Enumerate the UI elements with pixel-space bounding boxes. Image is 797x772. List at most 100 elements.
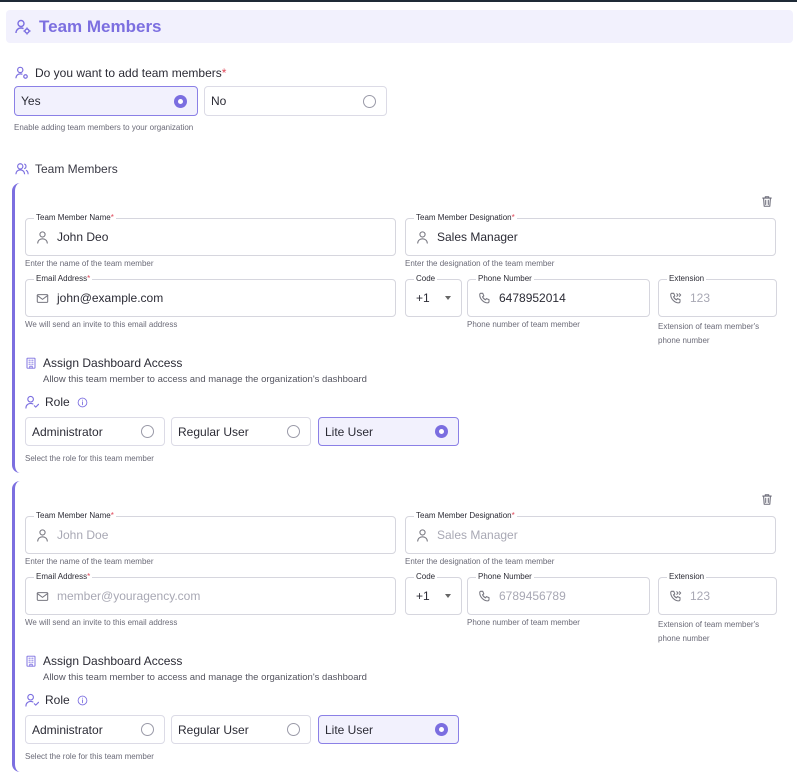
phone-help: Phone number of team member [467, 618, 580, 627]
extension-input[interactable]: 123 [690, 291, 710, 305]
email-field[interactable]: Email Address* john@example.com [25, 274, 396, 317]
team-member-designation-field[interactable]: Team Member Designation* Sales Manager [405, 213, 776, 256]
page-title: Team Members [39, 16, 162, 36]
role-help: Select the role for this team member [25, 454, 154, 463]
extension-field[interactable]: Extension 123 [658, 572, 777, 615]
role-option-label: Lite User [325, 424, 374, 439]
designation-input[interactable]: Sales Manager [437, 528, 518, 542]
trash-icon[interactable] [761, 493, 773, 506]
role-option-label: Regular User [178, 722, 249, 737]
role-option-lite-user[interactable]: Lite User [318, 715, 459, 744]
user-icon [37, 230, 48, 244]
user-icon [417, 528, 428, 542]
add-members-question: Do you want to add team members * [15, 66, 226, 80]
role-label: Role [25, 395, 88, 409]
option-label: Yes [21, 94, 41, 108]
team-settings-icon [15, 66, 28, 79]
users-icon [15, 163, 29, 175]
user-icon [37, 528, 48, 542]
email-input[interactable]: member@youragency.com [57, 589, 200, 603]
team-member-name-field[interactable]: Team Member Name* John Deo [25, 213, 396, 256]
designation-input[interactable]: Sales Manager [437, 230, 518, 244]
phone-number-field[interactable]: Phone Number 6478952014 [467, 274, 650, 317]
add-members-help: Enable adding team members to your organ… [14, 123, 194, 132]
building-icon [26, 357, 36, 369]
info-icon [77, 397, 88, 407]
top-border [0, 0, 797, 2]
role-option-label: Regular User [178, 424, 249, 439]
phone-icon [479, 292, 490, 303]
option-no[interactable]: No [204, 86, 387, 116]
section-label-text: Team Members [35, 162, 118, 176]
team-member-name-input[interactable]: John Doe [57, 528, 108, 542]
question-label: Do you want to add team members [35, 66, 222, 80]
user-check-icon [25, 693, 39, 707]
designation-help: Enter the designation of the team member [405, 557, 555, 566]
phone-icon [479, 590, 490, 601]
role-option-regular-user[interactable]: Regular User [171, 715, 311, 744]
role-option-regular-user[interactable]: Regular User [171, 417, 311, 446]
user-icon [417, 230, 428, 244]
role-help: Select the role for this team member [25, 752, 154, 761]
country-code-value: +1 [416, 589, 430, 603]
role-option-administrator[interactable]: Administrator [25, 715, 165, 744]
radio-selected[interactable] [435, 723, 448, 736]
role-option-lite-user[interactable]: Lite User [318, 417, 459, 446]
team-member-designation-field[interactable]: Team Member Designation* Sales Manager [405, 511, 776, 554]
radio-unselected[interactable] [363, 94, 376, 108]
radio-selected[interactable] [435, 425, 448, 438]
country-code-select[interactable]: Code +1 [405, 572, 462, 615]
option-label: No [211, 94, 227, 108]
info-icon [77, 695, 88, 705]
email-input[interactable]: john@example.com [57, 291, 163, 305]
email-help: We will send an invite to this email add… [25, 320, 178, 329]
phone-number-input[interactable]: 6478952014 [499, 291, 566, 305]
country-code-value: +1 [416, 291, 430, 305]
building-icon [26, 655, 36, 667]
role-label: Role [25, 693, 88, 707]
email-field[interactable]: Email Address* member@youragency.com [25, 572, 396, 615]
role-option-administrator[interactable]: Administrator [25, 417, 165, 446]
name-help: Enter the name of the team member [25, 557, 154, 566]
access-description: Allow this team member to access and man… [43, 374, 367, 385]
chevron-down-icon[interactable] [445, 594, 451, 598]
radio-unselected[interactable] [141, 425, 154, 438]
phone-help: Phone number of team member [467, 320, 580, 329]
option-yes[interactable]: Yes [14, 86, 198, 116]
role-option-label: Administrator [32, 722, 103, 737]
assign-dashboard-access: Assign Dashboard Access [25, 654, 182, 668]
team-member-name-field[interactable]: Team Member Name* John Doe [25, 511, 396, 554]
user-check-icon [25, 395, 39, 409]
assign-dashboard-access: Assign Dashboard Access [25, 356, 182, 370]
radio-unselected[interactable] [141, 723, 154, 736]
phone-number-field[interactable]: Phone Number 6789456789 [467, 572, 650, 615]
role-option-label: Administrator [32, 424, 103, 439]
radio-unselected[interactable] [287, 425, 300, 438]
team-member-name-input[interactable]: John Deo [57, 230, 108, 244]
extension-help: Extension of team member's phone number [658, 620, 760, 643]
extension-help: Extension of team member's phone number [658, 322, 760, 345]
chevron-down-icon[interactable] [445, 296, 451, 300]
name-help: Enter the name of the team member [25, 259, 154, 268]
team-settings-icon [15, 19, 31, 34]
team-members-section-label: Team Members [15, 162, 118, 176]
email-help: We will send an invite to this email add… [25, 618, 178, 627]
access-title: Assign Dashboard Access [43, 654, 183, 668]
phone-extension-icon [670, 292, 682, 303]
page-header: Team Members [6, 10, 793, 43]
access-description: Allow this team member to access and man… [43, 672, 367, 683]
required-mark: * [221, 66, 227, 80]
country-code-select[interactable]: Code +1 [405, 274, 462, 317]
designation-help: Enter the designation of the team member [405, 259, 555, 268]
role-option-label: Lite User [325, 722, 374, 737]
extension-field[interactable]: Extension 123 [658, 274, 777, 317]
radio-unselected[interactable] [287, 723, 300, 736]
access-title: Assign Dashboard Access [43, 356, 183, 370]
radio-selected[interactable] [174, 94, 187, 108]
extension-input[interactable]: 123 [690, 589, 710, 603]
phone-number-input[interactable]: 6789456789 [499, 589, 566, 603]
trash-icon[interactable] [761, 195, 773, 208]
mail-icon [36, 591, 49, 601]
phone-extension-icon [670, 590, 682, 601]
mail-icon [36, 293, 49, 303]
